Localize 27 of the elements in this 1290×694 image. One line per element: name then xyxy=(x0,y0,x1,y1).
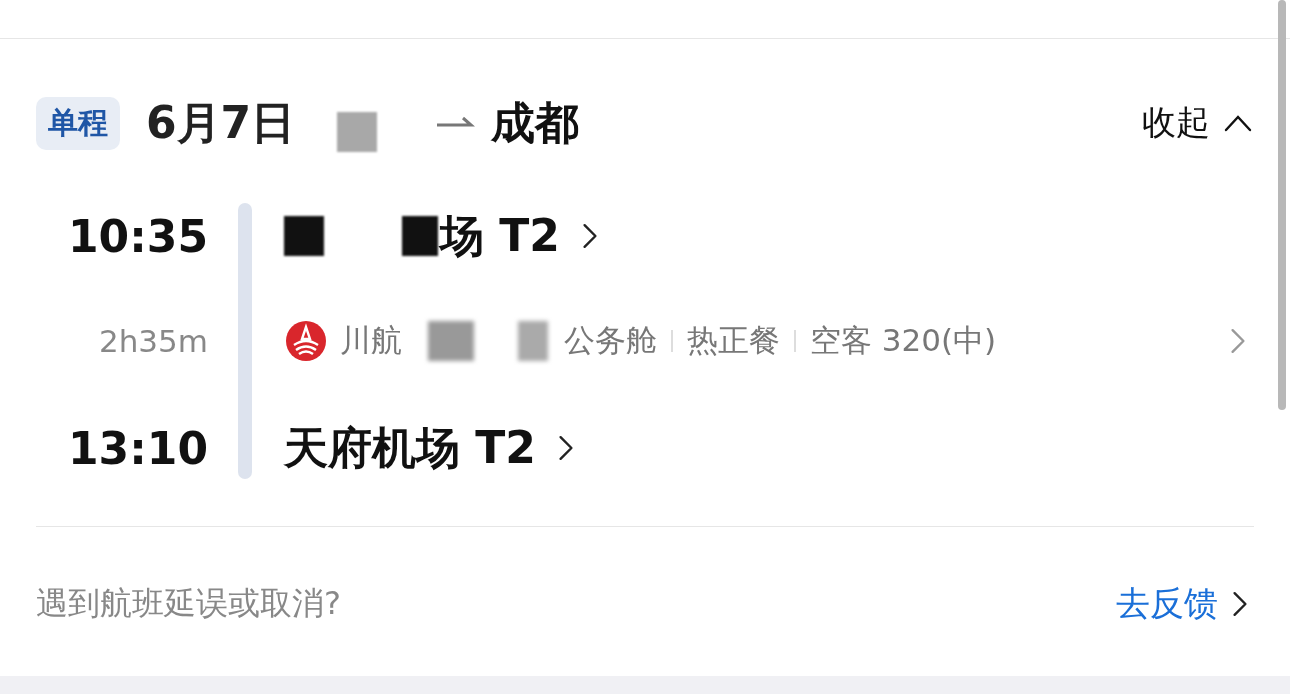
chevron-right-icon xyxy=(1232,591,1248,617)
airline-logo-icon xyxy=(284,319,328,363)
delay-question: 遇到航班延误或取消? xyxy=(36,583,341,624)
trip-type-badge: 单程 xyxy=(36,96,120,150)
feedback-link[interactable]: 去反馈 xyxy=(1116,581,1248,627)
scrollbar[interactable] xyxy=(1278,0,1286,410)
chevron-right-icon xyxy=(557,435,574,461)
redaction-block xyxy=(402,216,438,256)
redaction-block xyxy=(518,321,548,361)
redaction-block xyxy=(428,321,474,361)
chevron-up-icon xyxy=(1224,114,1252,132)
departure-airport[interactable]: 场 T2 xyxy=(440,206,598,266)
airline-name: 川航 xyxy=(340,321,402,360)
flight-detail: 空客 320(中) xyxy=(810,321,997,360)
flight-duration: 2h35m xyxy=(98,323,208,359)
flight-detail: 热正餐 xyxy=(687,321,780,360)
chevron-right-icon xyxy=(581,223,598,249)
redaction-block xyxy=(284,216,324,256)
arrival-time: 13:10 xyxy=(66,422,208,474)
flight-date: 6月7日 xyxy=(146,95,296,150)
chevron-right-icon xyxy=(1230,328,1246,354)
redaction-block xyxy=(337,112,378,152)
destination-city: 成都 xyxy=(491,95,580,150)
departure-time: 10:35 xyxy=(66,210,208,262)
arrival-airport[interactable]: 天府机场 T2 xyxy=(284,418,574,478)
flight-detail: 公务舱 xyxy=(564,321,657,360)
collapse-button[interactable]: 收起 xyxy=(1142,100,1252,146)
